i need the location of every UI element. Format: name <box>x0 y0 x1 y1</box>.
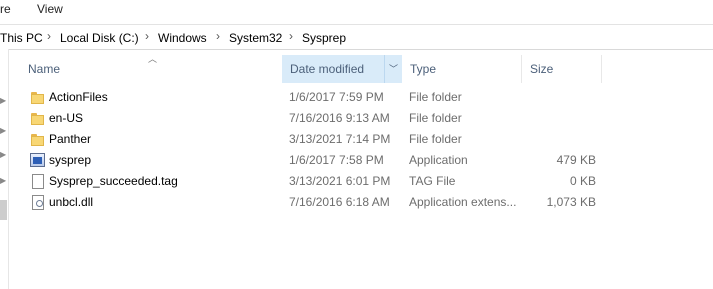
ribbon-tab-view[interactable]: View <box>37 2 63 16</box>
chevron-right-icon[interactable]: › <box>47 29 51 43</box>
breadcrumb-local-disk[interactable]: Local Disk (C:) <box>60 31 139 45</box>
file-date-modified: 3/13/2021 7:14 PM <box>289 132 391 146</box>
file-date-modified: 7/16/2016 9:13 AM <box>289 111 390 125</box>
file-type: TAG File <box>409 174 456 188</box>
chevron-right-icon[interactable]: › <box>145 29 149 43</box>
expand-arrow-icon[interactable]: ▶ <box>0 96 6 105</box>
file-size <box>520 129 596 150</box>
folder-icon <box>30 132 46 147</box>
file-name: en-US <box>49 111 84 125</box>
file-date-modified: 7/16/2016 6:18 AM <box>289 195 390 209</box>
column-header-size[interactable]: Size <box>522 55 602 83</box>
file-type: File folder <box>409 111 462 125</box>
file-row[interactable]: en-US 7/16/2016 9:13 AM File folder <box>20 108 620 129</box>
expand-arrow-icon[interactable]: ▶ <box>0 150 6 159</box>
folder-icon <box>30 90 46 105</box>
dll-icon <box>32 195 44 210</box>
file-row[interactable]: ActionFiles 1/6/2017 7:59 PM File folder <box>20 87 620 108</box>
file-date-modified: 1/6/2017 7:59 PM <box>289 90 384 104</box>
file-name: ActionFiles <box>49 90 108 104</box>
ribbon-tabs: re View <box>0 0 713 20</box>
file-row[interactable]: sysprep 1/6/2017 7:58 PM Application 479 KB <box>20 150 620 171</box>
chevron-right-icon[interactable]: › <box>216 29 220 43</box>
file-type: File folder <box>409 132 462 146</box>
file-name: sysprep <box>49 153 92 167</box>
expand-arrow-icon[interactable]: ▶ <box>0 176 6 185</box>
file-type: Application <box>409 153 468 167</box>
file-size <box>520 87 596 108</box>
column-header-name[interactable]: Name <box>20 55 282 83</box>
column-headers: Name Date modified ﹀ Type Size <box>20 55 713 83</box>
chevron-right-icon[interactable]: › <box>289 29 293 43</box>
column-header-type[interactable]: Type <box>402 55 522 83</box>
breadcrumb-sysprep[interactable]: Sysprep <box>302 31 346 45</box>
file-size: 1,073 KB <box>546 195 596 209</box>
navigation-pane[interactable]: ▶ ▶ ▶ ▶ <box>0 49 9 289</box>
file-type: File folder <box>409 90 462 104</box>
file-size: 0 KB <box>569 174 596 188</box>
expand-arrow-icon[interactable]: ▶ <box>0 126 6 135</box>
chevron-down-icon[interactable]: ﹀ <box>384 55 402 83</box>
file-name: unbcl.dll <box>49 195 94 209</box>
application-icon <box>30 153 45 167</box>
breadcrumb-system32[interactable]: System32 <box>229 31 282 45</box>
file-name: Panther <box>49 132 92 146</box>
file-date-modified: 3/13/2021 6:01 PM <box>289 174 391 188</box>
file-size: 479 KB <box>556 153 596 167</box>
breadcrumb-windows[interactable]: Windows <box>158 31 207 45</box>
file-type: Application extens... <box>409 195 517 209</box>
file-size <box>520 108 596 129</box>
address-bar[interactable]: This PC › Local Disk (C:) › Windows › Sy… <box>0 24 713 50</box>
ribbon-tab-partial[interactable]: re <box>0 2 11 16</box>
file-row[interactable]: Panther 3/13/2021 7:14 PM File folder <box>20 129 620 150</box>
folder-icon <box>30 111 46 126</box>
breadcrumb-this-pc[interactable]: This PC <box>0 31 43 45</box>
file-name: Sysprep_succeeded.tag <box>49 174 178 188</box>
file-row[interactable]: unbcl.dll 7/16/2016 6:18 AM Application ex… <box>20 192 620 213</box>
nav-scrollbar-thumb[interactable] <box>0 200 7 220</box>
file-date-modified: 1/6/2017 7:58 PM <box>289 153 384 167</box>
document-icon <box>32 174 44 189</box>
file-row[interactable]: Sysprep_succeeded.tag 3/13/2021 6:01 PM TA… <box>20 171 620 192</box>
